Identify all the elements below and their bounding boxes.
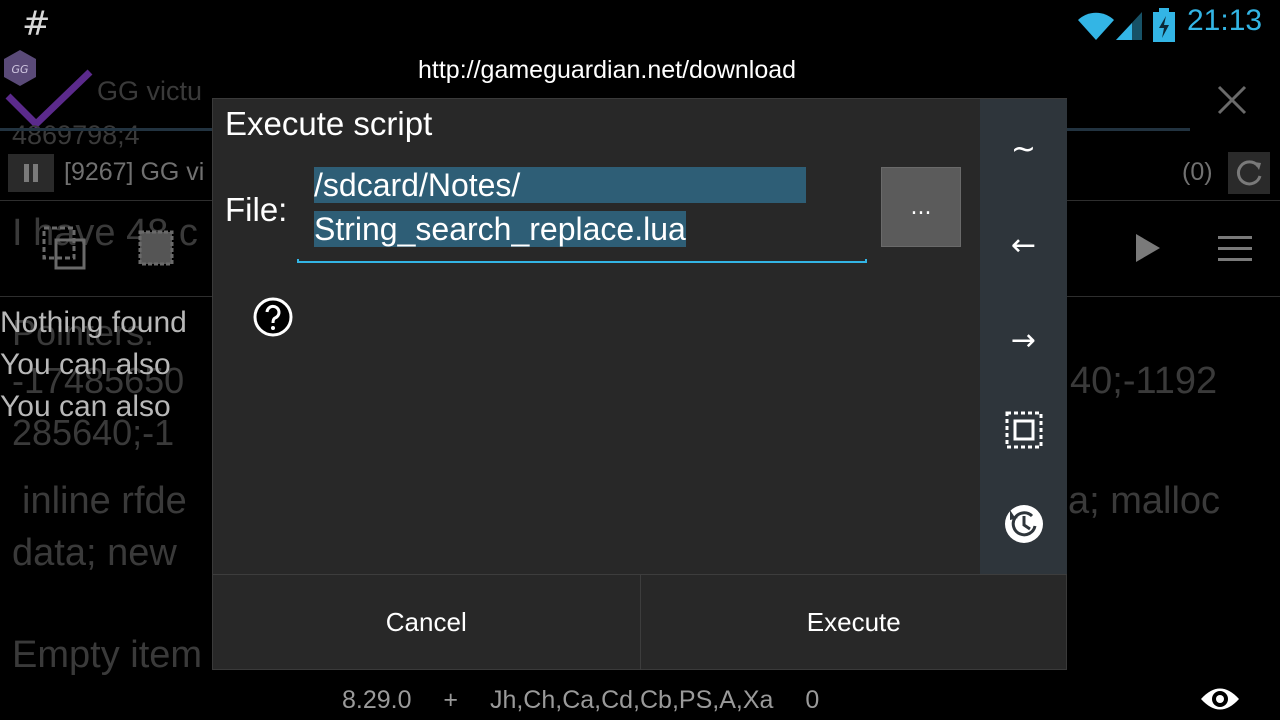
regions-text: Jh,Ch,Ca,Cd,Cb,PS,A,Xa — [489, 686, 774, 714]
file-path-line-2: String_search_replace.lua — [314, 211, 686, 247]
bg-value-line: 4869798;4 — [12, 120, 140, 150]
status-bar: # 21:13 — [0, 0, 1280, 50]
cursor-left-button[interactable]: ← — [980, 215, 1067, 275]
dialog-buttons: Cancel Execute — [213, 574, 1067, 670]
eye-icon[interactable] — [1199, 684, 1241, 714]
plus-text: + — [443, 686, 459, 714]
file-path-text[interactable]: /sdcard/Notes/ String_search_replace.lua — [314, 163, 807, 251]
bg-title: GG victu — [97, 76, 203, 106]
play-icon[interactable] — [1134, 232, 1162, 264]
dialog-title: Execute script — [225, 105, 433, 142]
input-helper-panel: ~ ← → — [980, 99, 1067, 574]
clock: 21:13 — [1187, 4, 1263, 37]
browse-file-button[interactable]: ... — [881, 167, 961, 247]
select-all-button[interactable] — [980, 400, 1067, 460]
file-field-underline — [297, 259, 867, 263]
hint-text-2: You can also — [0, 390, 171, 423]
select-icon[interactable] — [136, 228, 176, 268]
file-path-line-1: /sdcard/Notes/ — [314, 167, 807, 203]
bg-counter: (0) — [1182, 158, 1213, 186]
arrow-right-icon: → — [1010, 322, 1037, 358]
bg-code-1-right: a; malloc — [1068, 480, 1221, 522]
file-path-field[interactable]: /sdcard/Notes/ String_search_replace.lua — [297, 159, 867, 263]
nothing-found-text: Nothing found — [0, 306, 187, 339]
wifi-icon — [1078, 12, 1114, 41]
select-all-icon — [1005, 411, 1042, 449]
tilde-button[interactable]: ~ — [980, 119, 1067, 179]
bg-empty-item: Empty item — [12, 634, 203, 676]
hint-text-1: You can also — [0, 348, 171, 381]
close-icon[interactable] — [1216, 84, 1248, 116]
arrow-left-icon: ← — [1010, 227, 1037, 263]
menu-icon[interactable] — [1218, 236, 1252, 262]
tilde-icon: ~ — [1010, 131, 1037, 167]
signal-icon — [1116, 12, 1142, 40]
help-icon[interactable] — [253, 297, 293, 337]
cursor-right-button[interactable]: → — [980, 310, 1067, 370]
cancel-button[interactable]: Cancel — [213, 575, 640, 670]
refresh-icon[interactable] — [1228, 152, 1270, 194]
bg-code-1: inline rfde — [22, 480, 187, 522]
notification-hash-icon: # — [22, 4, 51, 44]
history-icon — [1004, 505, 1043, 543]
bottom-status: 8.29.0 + Jh,Ch,Ca,Cd,Cb,PS,A,Xa 0 — [342, 686, 819, 715]
bg-numbers-1-right: 40;-1192 — [1070, 360, 1218, 402]
file-label: File: — [225, 191, 288, 228]
svg-text:GG: GG — [11, 63, 28, 76]
pause-button[interactable] — [8, 154, 54, 192]
execute-script-dialog: Execute script File: /sdcard/Notes/ Stri… — [212, 98, 1067, 670]
history-button[interactable] — [980, 494, 1067, 554]
battery-charging-icon — [1153, 8, 1175, 42]
copy-region-icon[interactable] — [42, 226, 86, 270]
download-url[interactable]: http://gameguardian.net/download — [418, 56, 796, 85]
gg-logo-icon: GG — [4, 50, 93, 129]
bg-process[interactable]: [9267] GG vi — [64, 158, 204, 187]
bg-code-2: data; new — [12, 532, 177, 574]
execute-button[interactable]: Execute — [639, 575, 1068, 670]
version-text: 8.29.0 — [342, 686, 412, 714]
count-text: 0 — [805, 686, 820, 714]
